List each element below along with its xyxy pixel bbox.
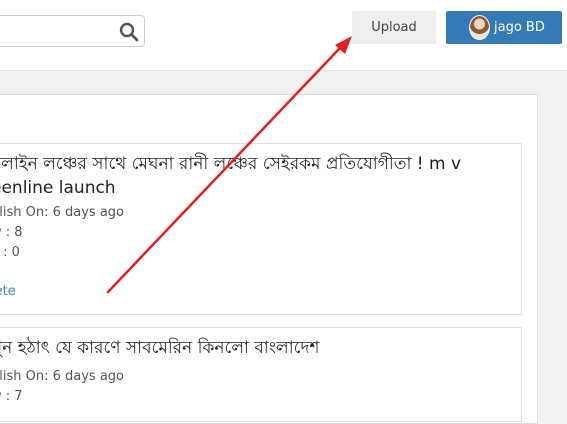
avatar [469,15,490,40]
post-title-line: খুন হঠাৎ যে কারণে সাবমেরিন কিনলো বাংলাদে… [0,338,320,358]
post-title[interactable]: নলাইন লঞ্চের সাথে মেঘনা রানী লঞ্চের সেইর… [0,152,511,200]
post-title-line: নলাইন লঞ্চের সাথে মেঘনা রানী লঞ্চের সেইর… [0,154,462,174]
post-title-line: eenline launch [0,178,116,198]
delete-link[interactable]: lete [0,284,16,299]
view-count: w : 7 [0,389,23,404]
like-count: e : 0 [0,245,20,260]
user-menu-button[interactable]: jago BD [446,11,562,44]
search-box [0,15,145,47]
view-count: w : 8 [0,225,23,240]
top-bar: Upload jago BD [0,0,567,71]
user-name: jago BD [494,20,545,35]
upload-button[interactable]: Upload [352,11,436,44]
search-input[interactable] [1,22,105,42]
list-item: খুন হঠাৎ যে কারণে সাবমেরিন কিনলো বাংলাদে… [0,327,522,422]
post-title[interactable]: খুন হঠাৎ যে কারণে সাবমেরিন কিনলো বাংলাদে… [0,336,511,360]
publish-date: blish On: 6 days ago [0,205,124,220]
publish-date: blish On: 6 days ago [0,369,124,384]
list-item: নলাইন লঞ্চের সাথে মেঘনা রানী লঞ্চের সেইর… [0,143,522,315]
search-icon[interactable] [118,21,140,43]
